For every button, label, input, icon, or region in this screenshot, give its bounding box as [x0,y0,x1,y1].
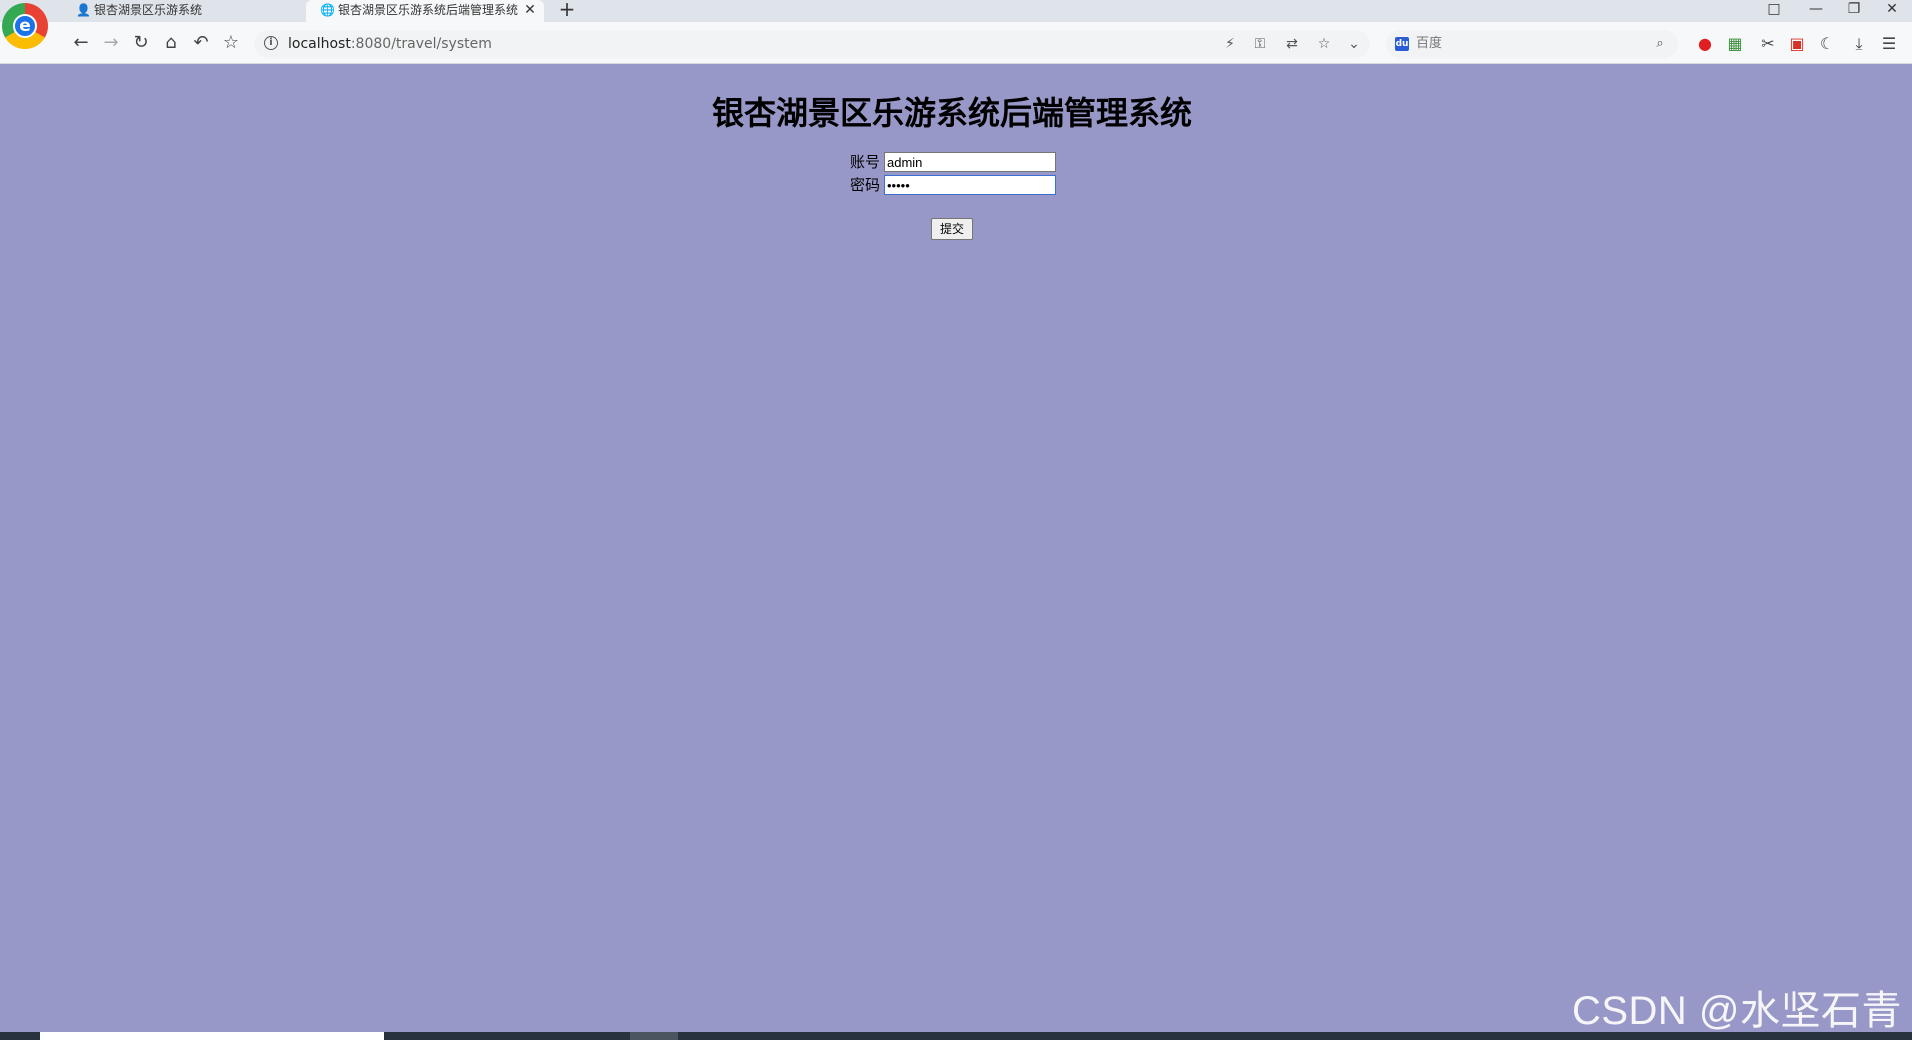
tab-admin[interactable]: 🌐 银杏湖景区乐游系统后端管理系统 ✕ [306,0,544,22]
page-title: 银杏湖景区乐游系统后端管理系统 [711,94,1192,132]
search-input[interactable]: 百度 [1416,30,1442,58]
home-icon[interactable]: ⌂ [158,30,184,56]
menu-icon[interactable]: ☰ [1878,33,1900,55]
minimize-button[interactable]: — [1800,0,1832,20]
sidebar-toggle-icon[interactable]: □ [1758,0,1790,20]
info-icon[interactable]: i [264,36,278,50]
restore-button[interactable]: ❐ [1838,0,1870,20]
account-input[interactable] [884,152,1056,172]
undo-close-icon[interactable]: ↶ [188,30,214,56]
back-icon[interactable]: ← [68,30,94,56]
tab-label: 银杏湖景区乐游系统 [94,3,203,17]
browser-toolbar: ← → ↻ ⌂ ↶ ☆ i localhost:8080/travel/syst… [0,22,1912,64]
night-mode-icon[interactable]: ☾ [1816,33,1838,55]
key-icon[interactable]: ⚿ [1250,35,1270,53]
url-host: localhost [288,36,351,52]
download-icon[interactable]: ⤓ [1848,33,1870,55]
new-tab-button[interactable]: + [556,0,578,20]
favorite-star-icon[interactable]: ☆ [1314,35,1334,53]
weibo-icon[interactable]: ● [1694,33,1716,55]
baidu-icon: du [1395,37,1409,51]
close-window-button[interactable]: ✕ [1876,0,1908,20]
address-bar[interactable]: i localhost:8080/travel/system ⚡ ⚿ ⇄ ☆ ⌄ [254,30,1370,58]
taskbar [0,1032,1912,1040]
csdn-watermark: CSDN @水坚石青 [1571,989,1902,1033]
taskbar-item[interactable] [40,1032,384,1040]
bookmark-star-icon[interactable]: ☆ [218,30,244,56]
user-icon: 👤 [76,3,91,17]
browser-logo-icon: e [2,3,48,49]
chevron-down-icon[interactable]: ⌄ [1344,35,1364,53]
browser-window: e 👤 银杏湖景区乐游系统 🌐 银杏湖景区乐游系统后端管理系统 ✕ + □ — … [0,0,1912,1040]
password-row: 密码 [846,175,1066,197]
password-input[interactable] [884,175,1056,195]
search-box[interactable]: du 百度 ⌕ [1386,30,1678,58]
tab-strip: e 👤 银杏湖景区乐游系统 🌐 银杏湖景区乐游系统后端管理系统 ✕ + □ — … [0,0,1912,49]
reload-icon[interactable]: ↻ [128,30,154,56]
translate-icon[interactable]: ⇄ [1282,35,1302,53]
close-tab-icon[interactable]: ✕ [522,0,538,20]
pdf-icon[interactable]: ▣ [1786,33,1808,55]
tab-label: 银杏湖景区乐游系统后端管理系统 [338,3,519,17]
lightning-icon[interactable]: ⚡ [1220,35,1240,53]
globe-icon: 🌐 [320,3,335,17]
account-label: 账号 [849,153,880,171]
scissors-icon[interactable]: ✂ [1757,33,1779,55]
search-icon[interactable]: ⌕ [1652,36,1668,52]
taskbar-item[interactable] [630,1032,678,1040]
url-path: :8080/travel/system [350,36,492,52]
submit-button[interactable]: 提交 [931,218,973,240]
tab-frontend[interactable]: 👤 银杏湖景区乐游系统 [62,0,302,22]
account-row: 账号 [846,152,1066,174]
page-content: 银杏湖景区乐游系统后端管理系统 账号 密码 提交 [0,64,1912,1032]
password-label: 密码 [849,176,880,194]
forward-icon[interactable]: → [98,30,124,56]
url-text[interactable]: localhost:8080/travel/system [288,30,492,58]
apps-grid-icon[interactable]: ▦ [1724,33,1746,55]
